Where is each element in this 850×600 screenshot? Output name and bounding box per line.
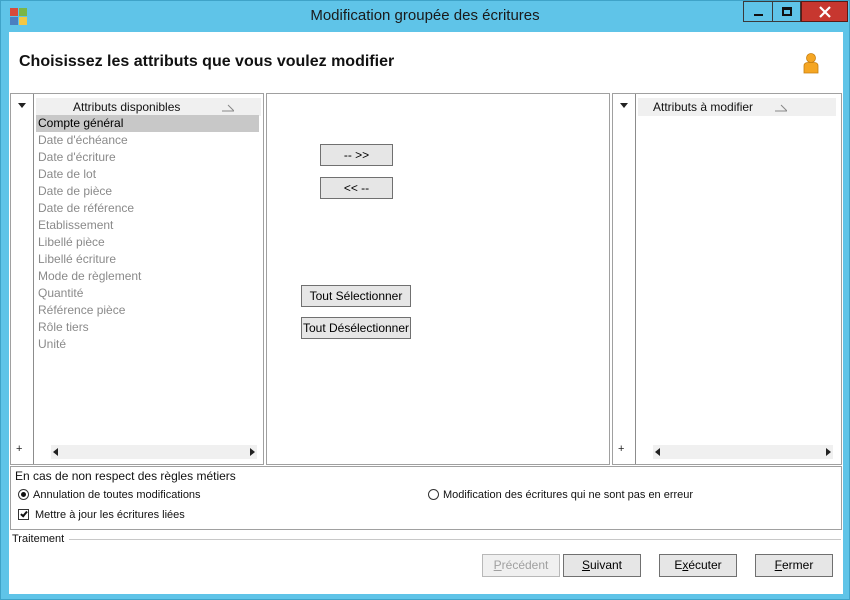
list-item[interactable]: Rôle tiers	[36, 319, 259, 336]
previous-button[interactable]: Précédent	[482, 554, 560, 577]
scroll-right-icon[interactable]	[250, 448, 255, 456]
dialog-window: Modification groupée des écritures Chois…	[0, 0, 850, 600]
minimize-icon	[754, 14, 763, 16]
list-item[interactable]: Date de lot	[36, 166, 259, 183]
available-attributes-panel: + Attributs disponibles Compte général Da…	[10, 93, 264, 465]
list-item[interactable]: Référence pièce	[36, 302, 259, 319]
dialog-body: Choisissez les attributs que vous voulez…	[9, 32, 843, 594]
dropdown-arrow-icon[interactable]	[18, 103, 26, 108]
transfer-panel: -- >> << -- Tout Sélectionner Tout Désél…	[266, 93, 610, 465]
scroll-right-icon[interactable]	[826, 448, 831, 456]
radio-cancel-all-label[interactable]: Annulation de toutes modifications	[33, 489, 201, 501]
attributes-to-modify-panel: + Attributs à modifier	[612, 93, 842, 465]
list-item[interactable]: Etablissement	[36, 217, 259, 234]
list-item[interactable]: Libellé écriture	[36, 251, 259, 268]
radio-selected-dot	[21, 492, 26, 497]
sort-indicator-icon	[775, 104, 787, 112]
update-linked-label[interactable]: Mettre à jour les écritures liées	[35, 509, 185, 521]
close-dialog-button[interactable]: Fermer	[755, 554, 833, 577]
rules-title: En cas de non respect des règles métiers	[15, 469, 236, 483]
column-header-label: Attributs à modifier	[653, 100, 754, 114]
list-gutter: +	[11, 94, 34, 464]
column-header-label: Attributs disponibles	[73, 100, 181, 114]
list-item[interactable]: Compte général	[36, 115, 259, 132]
treatment-label: Traitement	[12, 533, 67, 545]
select-all-button[interactable]: Tout Sélectionner	[301, 285, 411, 307]
list-item[interactable]: Date d'échéance	[36, 132, 259, 149]
treatment-divider	[69, 539, 841, 540]
minimize-button[interactable]	[743, 1, 772, 22]
available-attributes-list[interactable]: Compte général Date d'échéance Date d'écri…	[36, 115, 259, 353]
close-icon	[819, 6, 831, 18]
deselect-all-button[interactable]: Tout Désélectionner	[301, 317, 411, 339]
expand-plus-icon[interactable]: +	[16, 444, 22, 455]
add-attribute-button[interactable]: -- >>	[320, 144, 393, 166]
column-header-modify[interactable]: Attributs à modifier	[638, 98, 836, 116]
scroll-left-icon[interactable]	[53, 448, 58, 456]
list-gutter: +	[613, 94, 636, 464]
next-button[interactable]: Suivant	[563, 554, 641, 577]
maximize-button[interactable]	[772, 1, 801, 22]
page-title: Choisissez les attributs que vous voulez…	[19, 53, 395, 70]
radio-modify-valid-label[interactable]: Modification des écritures qui ne sont p…	[443, 489, 693, 501]
execute-button[interactable]: Exécuter	[659, 554, 737, 577]
check-icon	[20, 509, 28, 518]
horizontal-scrollbar[interactable]	[51, 445, 257, 459]
list-item[interactable]: Libellé pièce	[36, 234, 259, 251]
list-item[interactable]: Date de pièce	[36, 183, 259, 200]
business-rules-panel: En cas de non respect des règles métiers…	[10, 466, 842, 530]
dropdown-arrow-icon[interactable]	[620, 103, 628, 108]
list-item[interactable]: Quantité	[36, 285, 259, 302]
column-header-available[interactable]: Attributs disponibles	[36, 98, 261, 116]
close-button[interactable]	[801, 1, 848, 22]
list-item[interactable]: Mode de règlement	[36, 268, 259, 285]
update-linked-checkbox[interactable]	[18, 509, 29, 520]
radio-modify-valid[interactable]	[428, 489, 439, 500]
window-title: Modification groupée des écritures	[310, 7, 540, 24]
sort-indicator-icon	[222, 104, 234, 112]
list-item[interactable]: Unité	[36, 336, 259, 353]
scroll-left-icon[interactable]	[655, 448, 660, 456]
horizontal-scrollbar[interactable]	[653, 445, 833, 459]
expand-plus-icon[interactable]: +	[618, 444, 624, 455]
remove-attribute-button[interactable]: << --	[320, 177, 393, 199]
radio-cancel-all[interactable]	[18, 489, 29, 500]
list-item[interactable]: Date d'écriture	[36, 149, 259, 166]
list-item[interactable]: Date de référence	[36, 200, 259, 217]
title-bar[interactable]: Modification groupée des écritures	[1, 1, 849, 32]
user-icon	[803, 53, 819, 74]
maximize-icon	[782, 7, 792, 16]
